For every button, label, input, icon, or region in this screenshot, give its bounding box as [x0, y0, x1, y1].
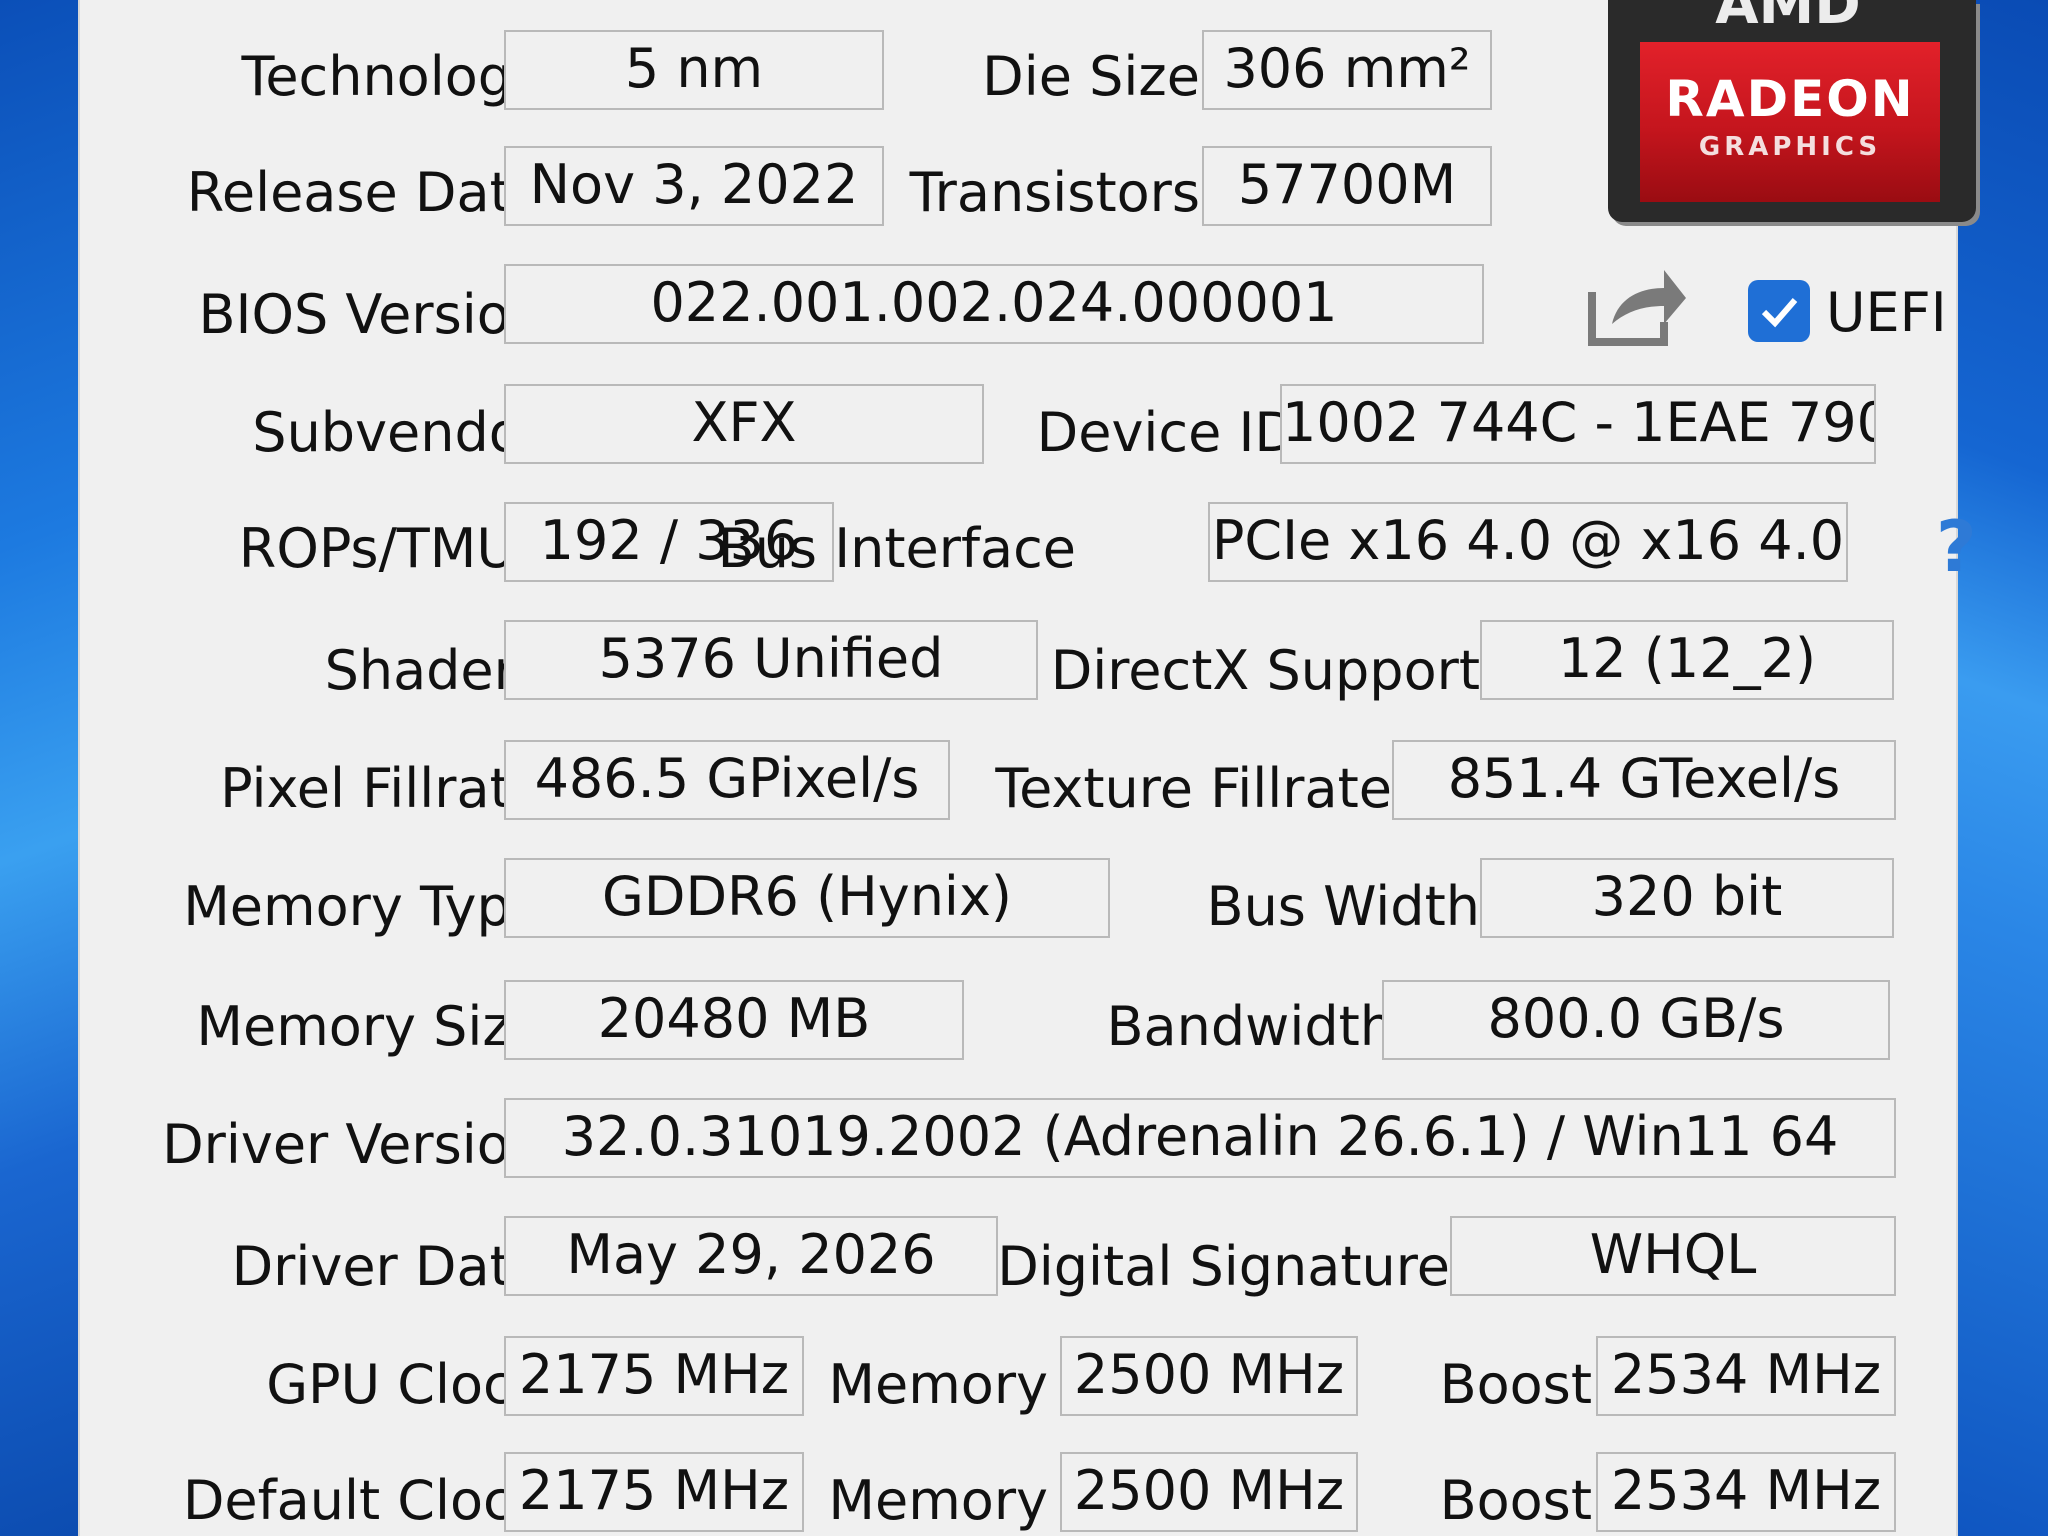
default-memory-label: Memory: [828, 1469, 1048, 1532]
subvendor-field[interactable]: XFX: [504, 384, 984, 464]
device-id-field[interactable]: 1002 744C - 1EAE 7905: [1280, 384, 1876, 464]
checkmark-icon: [1761, 298, 1798, 328]
bus-interface-field[interactable]: PCIe x16 4.0 @ x16 4.0: [1208, 502, 1848, 582]
directx-label: DirectX Support: [1050, 639, 1480, 702]
subvendor-label: Subvendor: [252, 401, 544, 464]
default-clock-label: Default Clock: [182, 1469, 544, 1532]
default-memory-field[interactable]: 2500 MHz: [1060, 1452, 1358, 1532]
driver-date-field[interactable]: May 29, 2026: [504, 1216, 998, 1296]
digital-signature-label: Digital Signature: [997, 1235, 1450, 1298]
die-size-label: Die Size: [982, 45, 1200, 108]
help-icon[interactable]: ?: [1936, 512, 1977, 582]
technology-label: Technology: [241, 45, 544, 108]
uefi-checkbox[interactable]: [1748, 280, 1810, 342]
transistors-label: Transistors: [909, 161, 1200, 224]
bandwidth-label: Bandwidth: [1106, 995, 1394, 1058]
memory-size-label: Memory Size: [196, 995, 544, 1058]
technology-field[interactable]: 5 nm: [504, 30, 884, 110]
driver-date-label: Driver Date: [231, 1235, 544, 1298]
logo-line1: RADEON: [1665, 70, 1915, 128]
memory-size-field[interactable]: 20480 MB: [504, 980, 964, 1060]
rops-tmus-label: ROPs/TMUs: [238, 517, 544, 580]
shaders-field[interactable]: 5376 Unified: [504, 620, 1038, 700]
die-size-field[interactable]: 306 mm²: [1202, 30, 1492, 110]
bandwidth-field[interactable]: 800.0 GB/s: [1382, 980, 1890, 1060]
directx-field[interactable]: 12 (12_2): [1480, 620, 1894, 700]
bus-width-label: Bus Width: [1206, 875, 1480, 938]
gpu-boost-field[interactable]: 2534 MHz: [1596, 1336, 1896, 1416]
bios-version-label: BIOS Version: [198, 283, 545, 346]
texture-fillrate-field[interactable]: 851.4 GTexel/s: [1392, 740, 1896, 820]
release-date-field[interactable]: Nov 3, 2022: [504, 146, 884, 226]
logo-badge: RADEON GRAPHICS: [1640, 42, 1940, 202]
release-date-label: Release Date: [186, 161, 544, 224]
pixel-fillrate-label: Pixel Fillrate: [220, 757, 544, 820]
gpu-memory-field[interactable]: 2500 MHz: [1060, 1336, 1358, 1416]
device-id-label: Device ID: [1036, 401, 1296, 464]
memory-type-field[interactable]: GDDR6 (Hynix): [504, 858, 1110, 938]
pixel-fillrate-field[interactable]: 486.5 GPixel/s: [504, 740, 950, 820]
bios-version-field[interactable]: 022.001.002.024.000001: [504, 264, 1484, 344]
uefi-label: UEFI: [1826, 281, 1947, 344]
bus-interface-label: Bus Interface: [717, 517, 1076, 580]
driver-version-field[interactable]: 32.0.31019.2002 (Adrenalin 26.6.1) / Win…: [504, 1098, 1896, 1178]
logo-brand-text: AMD: [1628, 0, 1948, 30]
memory-type-label: Memory Type: [183, 875, 544, 938]
texture-fillrate-label: Texture Fillrate: [995, 757, 1392, 820]
driver-version-label: Driver Version: [162, 1113, 544, 1176]
bus-width-field[interactable]: 320 bit: [1480, 858, 1894, 938]
gpu-info-panel: AMD RADEON GRAPHICS Technology 5 nm Die …: [78, 0, 1977, 1536]
default-clock-field[interactable]: 2175 MHz: [504, 1452, 804, 1532]
logo-line2: GRAPHICS: [1698, 132, 1882, 162]
digital-signature-field[interactable]: WHQL: [1450, 1216, 1896, 1296]
gpu-memory-label: Memory: [828, 1353, 1048, 1416]
transistors-field[interactable]: 57700M: [1202, 146, 1492, 226]
share-icon[interactable]: [1584, 262, 1690, 348]
default-boost-label: Boost: [1439, 1469, 1592, 1532]
gpu-boost-label: Boost: [1439, 1353, 1592, 1416]
gpu-clock-field[interactable]: 2175 MHz: [504, 1336, 804, 1416]
desktop-wallpaper-left: [0, 0, 90, 1536]
gpu-clock-label: GPU Clock: [266, 1353, 544, 1416]
default-boost-field[interactable]: 2534 MHz: [1596, 1452, 1896, 1532]
amd-radeon-logo: AMD RADEON GRAPHICS: [1608, 0, 1976, 222]
